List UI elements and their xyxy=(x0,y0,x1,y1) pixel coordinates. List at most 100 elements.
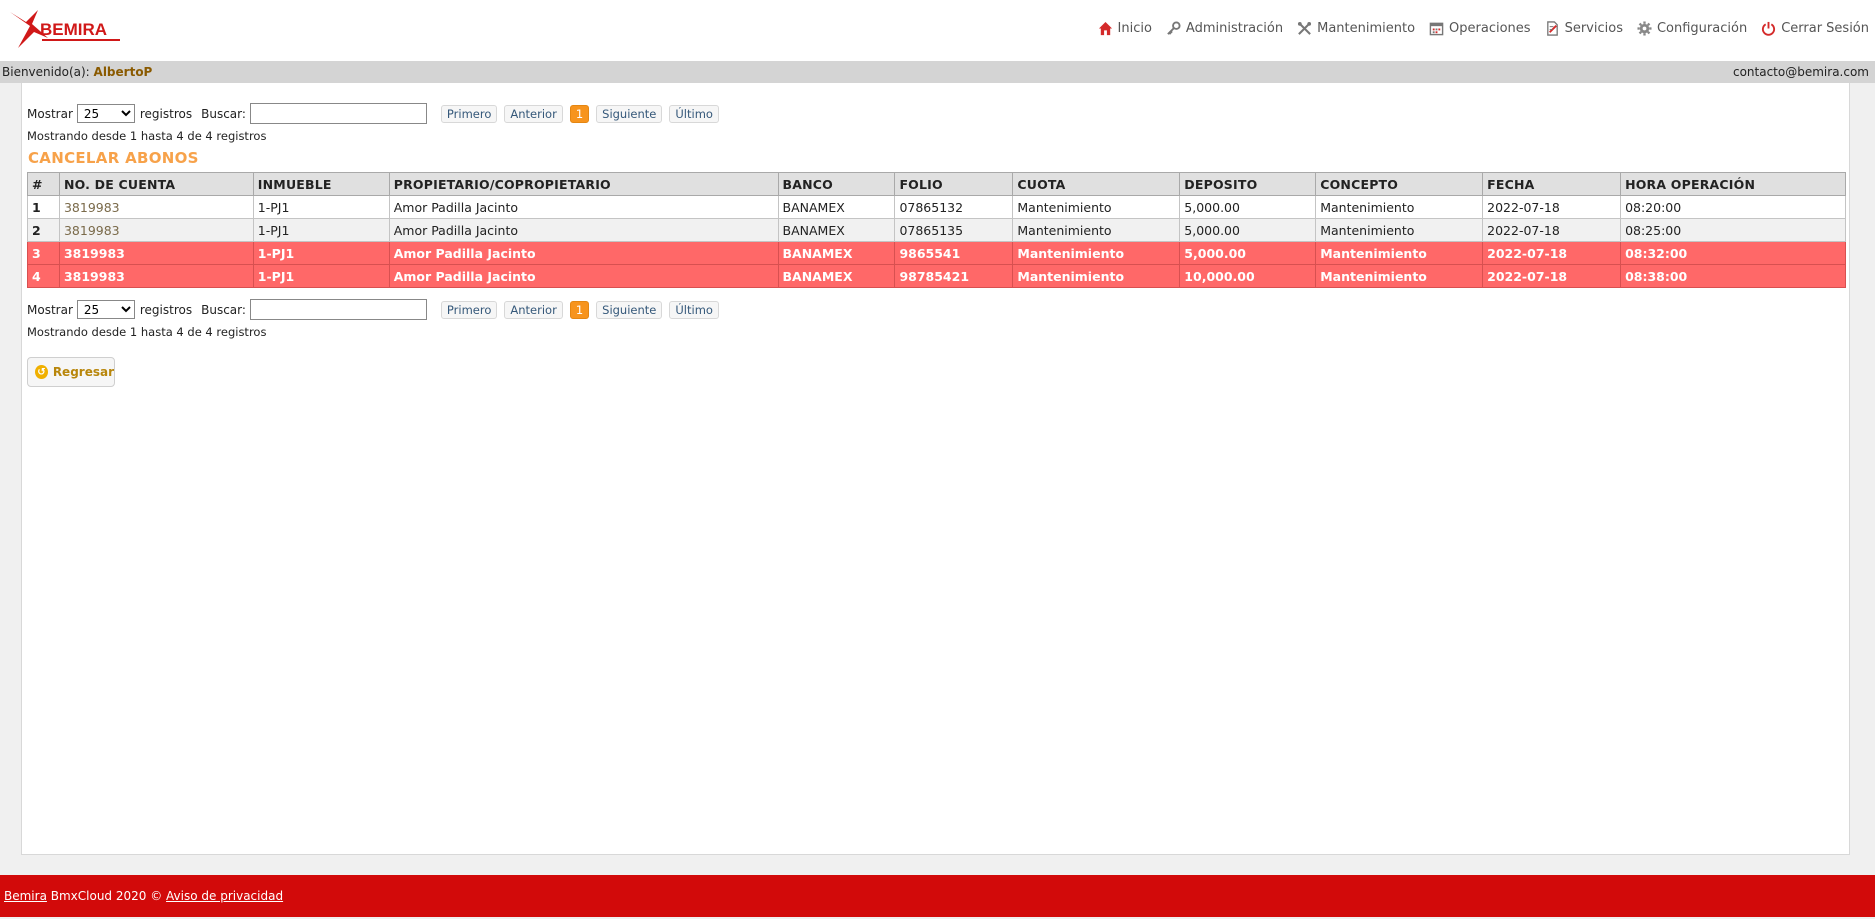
cell-deposito: 10,000.00 xyxy=(1179,264,1317,288)
cell-deposito: 5,000.00 xyxy=(1179,218,1317,242)
nav-inicio[interactable]: Inicio xyxy=(1098,21,1152,36)
cell-cuenta: 3819983 xyxy=(58,264,254,288)
col-header-num[interactable]: # xyxy=(27,172,60,196)
cell-fecha: 2022-07-18 xyxy=(1482,218,1622,242)
nav-administracion-label: Administración xyxy=(1185,20,1284,36)
search-input[interactable] xyxy=(249,103,427,124)
search-input[interactable] xyxy=(249,299,427,320)
col-header-banco[interactable]: BANCO xyxy=(777,172,896,196)
footer-text: BmxCloud 2020 © xyxy=(46,889,167,903)
pager-last-button[interactable]: Último xyxy=(669,104,719,123)
privacy-link[interactable]: Aviso de privacidad xyxy=(166,889,283,903)
col-header-fecha[interactable]: FECHA xyxy=(1482,172,1622,196)
cell-folio: 07865135 xyxy=(894,218,1014,242)
table-row[interactable]: 1 3819983 1-PJ1 Amor Padilla Jacinto BAN… xyxy=(27,195,1846,219)
cell-inmueble: 1-PJ1 xyxy=(252,264,390,288)
page-size-select[interactable]: 25 xyxy=(76,300,135,319)
cell-fecha: 2022-07-18 xyxy=(1482,241,1622,265)
pager-next-button[interactable]: Siguiente xyxy=(596,300,663,319)
cell-folio: 9865541 xyxy=(894,241,1014,265)
main-panel: Mostrar 25 registros Buscar: Primero Ant… xyxy=(21,83,1850,855)
bemira-logo[interactable]: BEMIRA xyxy=(8,8,138,52)
nav-cerrar-sesion[interactable]: Cerrar Sesión xyxy=(1761,21,1869,36)
logo-text: BEMIRA xyxy=(40,20,107,39)
contact-email: contacto@bemira.com xyxy=(1732,65,1869,79)
col-header-hora[interactable]: HORA OPERACIÓN xyxy=(1620,172,1846,196)
col-header-deposito[interactable]: DEPOSITO xyxy=(1179,172,1317,196)
nav-operaciones-label: Operaciones xyxy=(1449,20,1531,36)
pager-prev-button[interactable]: Anterior xyxy=(504,300,563,319)
calendar-icon xyxy=(1429,22,1444,35)
table-controls-top: Mostrar 25 registros Buscar: Primero Ant… xyxy=(27,103,719,124)
cell-hora: 08:38:00 xyxy=(1620,264,1846,288)
page-size-select[interactable]: 25 xyxy=(76,104,135,123)
col-header-cuenta[interactable]: NO. DE CUENTA xyxy=(58,172,254,196)
col-header-propietario[interactable]: PROPIETARIO/COPROPIETARIO xyxy=(388,172,779,196)
home-icon xyxy=(1098,21,1112,35)
welcome-prefix: Bienvenido(a): xyxy=(2,65,90,79)
cell-cuota: Mantenimiento xyxy=(1012,218,1181,242)
main-nav: Inicio Administración Mantenimiento Oper… xyxy=(1098,17,1869,39)
welcome-user: AlbertoP xyxy=(93,65,153,79)
cell-banco: BANAMEX xyxy=(777,195,896,219)
footer-brand-link[interactable]: Bemira xyxy=(4,889,47,903)
search-label: Buscar: xyxy=(201,106,246,121)
footer: Bemira BmxCloud 2020 © Aviso de privacid… xyxy=(0,875,1875,917)
tools-icon xyxy=(1298,21,1312,35)
cell-num: 2 xyxy=(27,218,60,242)
records-label: registros xyxy=(139,106,193,121)
nav-configuracion-label: Configuración xyxy=(1656,20,1748,36)
pager-next-button[interactable]: Siguiente xyxy=(596,104,663,123)
table-row-highlighted[interactable]: 4 3819983 1-PJ1 Amor Padilla Jacinto BAN… xyxy=(27,264,1846,288)
document-icon xyxy=(1546,20,1558,36)
records-info-top: Mostrando desde 1 hasta 4 de 4 registros xyxy=(27,129,267,143)
pager-last-button[interactable]: Último xyxy=(669,300,719,319)
cell-folio: 07865132 xyxy=(894,195,1014,219)
cell-cuota: Mantenimiento xyxy=(1012,195,1181,219)
cell-hora: 08:25:00 xyxy=(1620,218,1846,242)
account-link[interactable]: 3819983 xyxy=(64,246,125,261)
account-link[interactable]: 3819983 xyxy=(64,269,125,284)
cell-banco: BANAMEX xyxy=(777,264,896,288)
pager-page-button[interactable]: 1 xyxy=(569,300,590,319)
cell-hora: 08:32:00 xyxy=(1620,241,1846,265)
cell-deposito: 5,000.00 xyxy=(1179,241,1317,265)
show-label: Mostrar xyxy=(27,106,73,121)
cell-concepto: Mantenimiento xyxy=(1315,195,1484,219)
cell-banco: BANAMEX xyxy=(777,241,896,265)
nav-servicios[interactable]: Servicios xyxy=(1545,21,1623,36)
nav-mantenimiento[interactable]: Mantenimiento xyxy=(1297,21,1415,36)
nav-administracion[interactable]: Administración xyxy=(1166,21,1283,36)
pager-page-button[interactable]: 1 xyxy=(569,104,590,123)
cell-inmueble: 1-PJ1 xyxy=(252,195,390,219)
nav-configuracion[interactable]: Configuración xyxy=(1637,21,1747,36)
pager-first-button[interactable]: Primero xyxy=(440,104,498,123)
page-title: CANCELAR ABONOS xyxy=(28,149,199,167)
table-controls-bottom: Mostrar 25 registros Buscar: Primero Ant… xyxy=(27,299,719,320)
col-header-concepto[interactable]: CONCEPTO xyxy=(1315,172,1484,196)
cell-concepto: Mantenimiento xyxy=(1315,264,1484,288)
nav-servicios-label: Servicios xyxy=(1564,20,1623,36)
table-row-highlighted[interactable]: 3 3819983 1-PJ1 Amor Padilla Jacinto BAN… xyxy=(27,241,1846,265)
pager-first-button[interactable]: Primero xyxy=(440,300,498,319)
records-info-bottom: Mostrando desde 1 hasta 4 de 4 registros xyxy=(27,325,267,339)
col-header-inmueble[interactable]: INMUEBLE xyxy=(252,172,390,196)
col-header-cuota[interactable]: CUOTA xyxy=(1012,172,1181,196)
account-link[interactable]: 3819983 xyxy=(64,200,120,215)
pager-prev-button[interactable]: Anterior xyxy=(504,104,563,123)
account-link[interactable]: 3819983 xyxy=(64,223,120,238)
nav-operaciones[interactable]: Operaciones xyxy=(1429,21,1531,36)
back-button[interactable]: ↺ Regresar xyxy=(27,357,115,387)
cell-num: 1 xyxy=(27,195,60,219)
records-label: registros xyxy=(139,302,193,317)
top-header: BEMIRA Inicio Administración Mantenimien… xyxy=(0,0,1875,61)
cell-propietario: Amor Padilla Jacinto xyxy=(388,195,779,219)
cell-num: 3 xyxy=(27,241,60,265)
table-row[interactable]: 2 3819983 1-PJ1 Amor Padilla Jacinto BAN… xyxy=(27,218,1846,242)
cell-propietario: Amor Padilla Jacinto xyxy=(388,218,779,242)
col-header-folio[interactable]: FOLIO xyxy=(894,172,1014,196)
nav-mantenimiento-label: Mantenimiento xyxy=(1317,20,1416,36)
cell-hora: 08:20:00 xyxy=(1620,195,1846,219)
cell-cuenta: 3819983 xyxy=(58,218,254,242)
cell-folio: 98785421 xyxy=(894,264,1014,288)
